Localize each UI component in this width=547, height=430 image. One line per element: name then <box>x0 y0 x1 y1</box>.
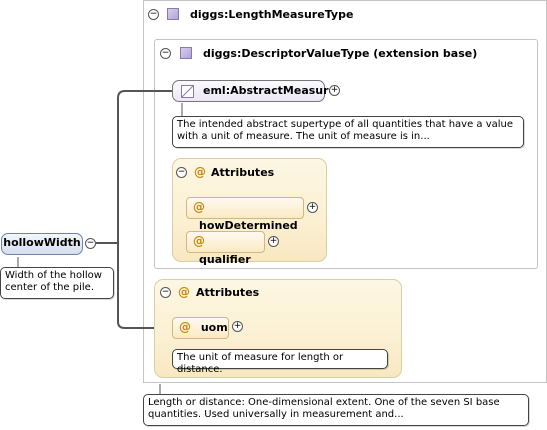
attribute-icon: @ <box>178 285 190 299</box>
uom-doc: The unit of measure for length or distan… <box>172 349 388 375</box>
attribute-icon: @ <box>179 320 191 334</box>
outer-attributes-label: Attributes <box>196 286 260 299</box>
attribute-uom-label: uom <box>200 321 228 334</box>
length-type-doc: Length or distance: One-dimensional exte… <box>143 394 529 426</box>
inner-attributes-collapse-icon[interactable]: − <box>176 167 187 178</box>
qualifier-expand-icon[interactable]: + <box>268 236 279 247</box>
attribute-icon: @ <box>193 200 205 214</box>
attribute-qualifier-label: qualifier <box>199 253 251 266</box>
abstract-measure-doc: The intended abstract supertype of all q… <box>172 116 524 148</box>
abstract-element-icon <box>181 85 194 98</box>
abstract-measure-expand-icon[interactable]: + <box>329 85 340 96</box>
connector-to-abstract <box>96 90 172 244</box>
inner-attributes-label: Attributes <box>211 166 275 179</box>
outer-attributes-collapse-icon[interactable]: − <box>160 287 171 298</box>
attribute-uom[interactable]: @ uom <box>172 317 229 339</box>
hollow-width-collapse-icon[interactable]: − <box>85 238 96 249</box>
abstract-measure-label: eml:AbstractMeasure <box>203 84 337 97</box>
hollow-width-element[interactable]: hollowWidth <box>1 233 83 255</box>
how-determined-expand-icon[interactable]: + <box>307 202 318 213</box>
uom-expand-icon[interactable]: + <box>232 321 243 332</box>
attribute-qualifier[interactable]: @ qualifier <box>186 231 265 266</box>
attribute-how-determined[interactable]: @ howDetermined <box>186 197 304 232</box>
attribute-icon: @ <box>193 234 205 248</box>
attribute-icon: @ <box>194 165 206 179</box>
hollow-width-doc: Width of the hollow center of the pile. <box>0 267 114 299</box>
abstract-measure-element[interactable]: eml:AbstractMeasure <box>172 80 336 102</box>
